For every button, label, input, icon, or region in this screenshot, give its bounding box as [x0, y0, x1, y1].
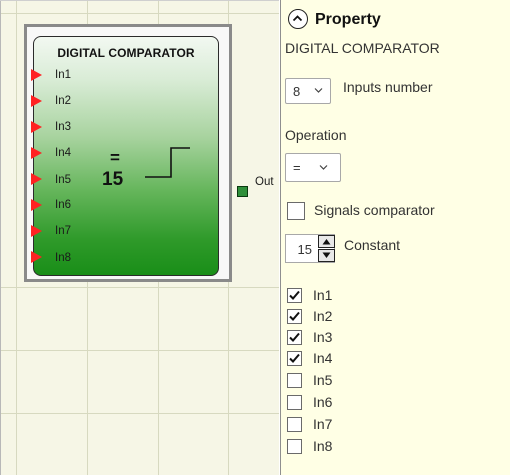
collapse-button[interactable] [288, 9, 308, 29]
channel-label: In3 [313, 329, 333, 345]
operation-select[interactable]: = [285, 153, 341, 182]
input-pin-8[interactable] [31, 251, 42, 263]
channel-checkbox[interactable] [287, 439, 302, 454]
channel-label: In1 [313, 287, 333, 303]
input-label: In7 [55, 225, 71, 237]
input-pin-7[interactable] [31, 225, 42, 237]
input-pin-4[interactable] [31, 147, 42, 159]
input-pin-2[interactable] [31, 95, 42, 107]
channel-label: In4 [313, 350, 333, 366]
input-pin-5[interactable] [31, 173, 42, 185]
inputs-number-label: Inputs number [343, 79, 433, 95]
spin-down-button[interactable] [318, 249, 335, 262]
output-label: Out [255, 176, 274, 188]
signals-comparator-checkbox[interactable] [287, 202, 305, 220]
input-label: In1 [55, 69, 71, 81]
input-pin-3[interactable] [31, 121, 42, 133]
inputs-number-value: 8 [293, 84, 301, 99]
channel-label: In8 [313, 438, 333, 454]
step-symbol-icon [145, 147, 190, 178]
operation-value: = [293, 160, 301, 175]
constant-label: Constant [344, 237, 401, 253]
design-canvas[interactable]: DIGITAL COMPARATOR In1 In2 In3 In4 In5 I… [0, 0, 279, 475]
grid-line [0, 350, 279, 351]
constant-display: 15 [102, 169, 124, 190]
input-label: In4 [55, 147, 71, 159]
chevron-down-icon [314, 88, 323, 93]
triangle-up-icon [322, 239, 331, 245]
channel-checkbox[interactable] [287, 395, 302, 410]
operator-symbol: = [110, 148, 120, 167]
digital-comparator-block[interactable]: DIGITAL COMPARATOR In1 In2 In3 In4 In5 I… [31, 36, 274, 276]
channel-label: In7 [313, 416, 333, 432]
panel-title: Property [315, 11, 381, 28]
input-label: In5 [55, 174, 71, 186]
channel-checkbox[interactable] [287, 373, 302, 388]
inputs-number-select[interactable]: 8 [285, 78, 331, 104]
input-pin-1[interactable] [31, 69, 42, 81]
channel-checkbox[interactable] [287, 351, 302, 366]
chevron-up-icon [292, 15, 303, 22]
output-pin[interactable] [237, 186, 248, 197]
input-label: In3 [55, 121, 71, 133]
input-label: In8 [55, 252, 71, 264]
spin-up-button[interactable] [318, 235, 335, 248]
canvas-border [0, 0, 1, 475]
operation-label: Operation [285, 127, 347, 143]
grid-line [0, 413, 279, 414]
check-icon [289, 311, 300, 321]
grid-line [16, 0, 17, 475]
channel-checkbox[interactable] [287, 309, 302, 324]
check-icon [289, 290, 300, 300]
grid-line [0, 13, 279, 14]
chevron-down-icon [319, 165, 328, 170]
channel-checkbox[interactable] [287, 330, 302, 345]
channel-label: In6 [313, 394, 333, 410]
channel-label: In2 [313, 308, 333, 324]
channel-checkbox[interactable] [287, 417, 302, 432]
signals-comparator-label: Signals comparator [314, 202, 435, 218]
property-panel: Property DIGITAL COMPARATOR 8 Inputs num… [280, 0, 510, 475]
block-title: DIGITAL COMPARATOR [57, 46, 195, 60]
block-name: DIGITAL COMPARATOR [285, 40, 440, 56]
input-pin-6[interactable] [31, 199, 42, 211]
channel-label: In5 [313, 372, 333, 388]
input-label: In2 [55, 95, 71, 107]
input-label: In6 [55, 199, 71, 211]
constant-value: 15 [297, 242, 312, 257]
grid-line [0, 287, 279, 288]
check-icon [289, 353, 300, 363]
check-icon [289, 332, 300, 342]
channel-checkbox[interactable] [287, 288, 302, 303]
constant-spinbox[interactable]: 15 [285, 234, 335, 263]
canvas-border [0, 0, 279, 1]
triangle-down-icon [322, 252, 331, 258]
